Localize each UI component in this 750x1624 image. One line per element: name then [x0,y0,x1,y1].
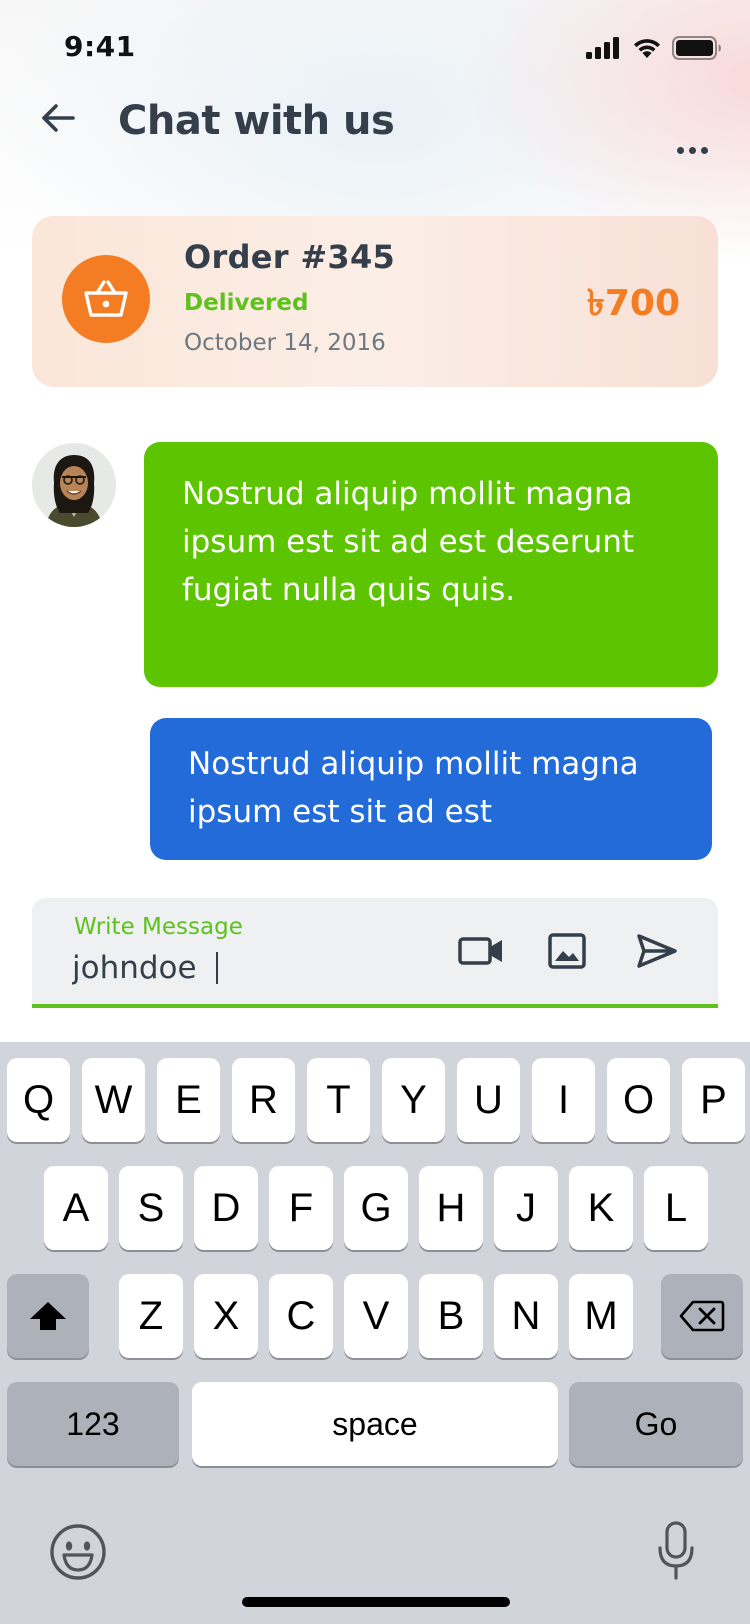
space-key[interactable]: space [192,1382,558,1466]
key-t[interactable]: T [307,1058,370,1142]
avatar-image [32,443,116,527]
key-l[interactable]: L [644,1166,708,1250]
key-r[interactable]: R [232,1058,295,1142]
key-a[interactable]: A [44,1166,108,1250]
agent-avatar[interactable] [32,443,116,527]
go-key[interactable]: Go [569,1382,743,1466]
shift-key[interactable] [7,1274,89,1358]
more-options-button[interactable] [670,138,714,162]
key-e[interactable]: E [157,1058,220,1142]
video-call-button[interactable] [456,928,506,974]
key-g[interactable]: G [344,1166,408,1250]
backspace-key[interactable] [661,1274,743,1358]
status-time: 9:41 [64,30,136,63]
send-icon [637,934,677,968]
key-k[interactable]: K [569,1166,633,1250]
page-title: Chat with us [118,98,395,144]
agent-message-bubble: Nostrud aliquip mollit magna ipsum est s… [144,442,718,687]
order-status: Delivered [184,290,309,316]
order-card[interactable]: Order #345 Delivered October 14, 2016 ৳7… [32,216,718,387]
key-c[interactable]: C [269,1274,333,1358]
attach-image-button[interactable] [542,928,592,974]
key-x[interactable]: X [194,1274,258,1358]
numbers-key[interactable]: 123 [7,1382,179,1466]
key-i[interactable]: I [532,1058,595,1142]
emoji-icon [50,1524,106,1580]
microphone-icon [658,1521,694,1580]
order-date: October 14, 2016 [184,330,386,356]
battery-icon [672,36,722,64]
key-b[interactable]: B [419,1274,483,1358]
on-screen-keyboard: Q W E R T Y U I O P A S D F G H J K L Z … [0,1042,750,1624]
message-composer: Write Message [32,898,718,1008]
message-label: Write Message [74,914,243,940]
more-dot [700,146,708,154]
key-u[interactable]: U [457,1058,520,1142]
signal-icon [586,37,622,63]
message-input[interactable] [72,946,402,990]
key-z[interactable]: Z [119,1274,183,1358]
shift-icon [30,1302,66,1330]
order-price: ৳700 [586,283,680,324]
key-m[interactable]: M [569,1274,633,1358]
back-button[interactable] [36,96,80,140]
order-icon-badge [62,255,150,343]
dictation-button[interactable] [656,1520,696,1582]
home-indicator[interactable] [242,1597,510,1607]
key-j[interactable]: J [494,1166,558,1250]
video-camera-icon [458,937,502,965]
key-h[interactable]: H [419,1166,483,1250]
key-w[interactable]: W [82,1058,145,1142]
status-bar: 9:41 [0,0,750,96]
key-p[interactable]: P [682,1058,745,1142]
status-icons [586,36,722,64]
basket-icon [84,280,128,317]
send-button[interactable] [632,928,682,974]
user-message-bubble: Nostrud aliquip mollit magna ipsum est s… [150,718,712,860]
key-o[interactable]: O [607,1058,670,1142]
key-d[interactable]: D [194,1166,258,1250]
key-q[interactable]: Q [7,1058,70,1142]
more-dot [688,146,696,154]
emoji-button[interactable] [48,1522,108,1582]
key-f[interactable]: F [269,1166,333,1250]
key-y[interactable]: Y [382,1058,445,1142]
key-n[interactable]: N [494,1274,558,1358]
image-icon [548,933,586,969]
order-title: Order #345 [184,238,396,276]
key-s[interactable]: S [119,1166,183,1250]
wifi-icon [632,37,662,63]
arrow-left-icon [42,104,75,132]
key-v[interactable]: V [344,1274,408,1358]
backspace-icon [679,1300,725,1332]
more-horizontal-icon [676,146,684,154]
text-caret [216,952,218,984]
chat-screen: 9:41 Chat with us Order #345 Delivered O… [0,0,750,1624]
